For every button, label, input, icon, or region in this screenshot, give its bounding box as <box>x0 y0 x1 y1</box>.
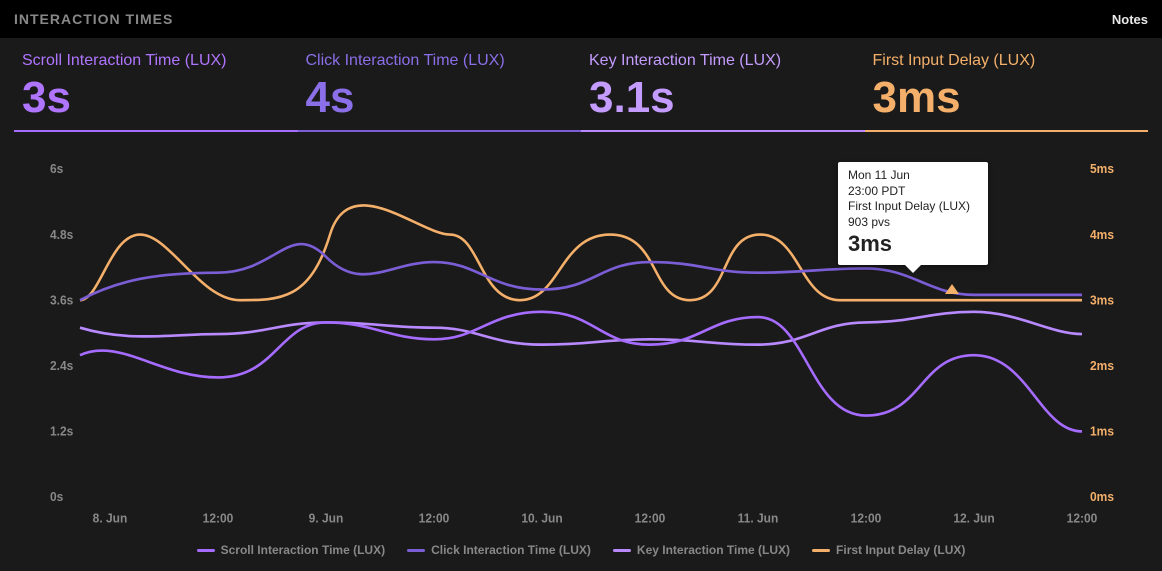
legend-swatch-icon <box>613 549 631 552</box>
metric-click-label: Click Interaction Time (LUX) <box>306 52 574 70</box>
y-left-tick: 3.6s <box>50 293 73 307</box>
line-chart[interactable]: 0s 1.2s 2.4s 3.6s 4.8s 6s 0ms 1ms 2ms 3m… <box>50 152 1122 533</box>
y-right-tick: 4ms <box>1090 227 1114 241</box>
legend-scroll-label: Scroll Interaction Time (LUX) <box>221 543 385 557</box>
notes-link[interactable]: Notes <box>1112 12 1148 27</box>
x-tick: 8. Jun <box>93 511 128 525</box>
legend-fid[interactable]: First Input Delay (LUX) <box>812 543 965 557</box>
metric-scroll[interactable]: Scroll Interaction Time (LUX) 3s <box>14 52 298 132</box>
metric-click-value: 4s <box>306 76 574 120</box>
chart-marker-icon <box>945 284 959 294</box>
y-left-tick: 2.4s <box>50 359 73 373</box>
x-tick: 12:00 <box>203 511 234 525</box>
interaction-times-panel: INTERACTION TIMES Notes Scroll Interacti… <box>0 0 1162 571</box>
y-left-tick: 1.2s <box>50 424 73 438</box>
panel-title: INTERACTION TIMES <box>14 11 173 27</box>
series-click <box>80 244 1082 300</box>
panel-header: INTERACTION TIMES Notes <box>0 0 1162 38</box>
metric-click[interactable]: Click Interaction Time (LUX) 4s <box>298 52 582 132</box>
y-right-tick: 3ms <box>1090 293 1114 307</box>
legend-swatch-icon <box>812 549 830 552</box>
chart-area[interactable]: 0s 1.2s 2.4s 3.6s 4.8s 6s 0ms 1ms 2ms 3m… <box>0 132 1162 533</box>
legend-scroll[interactable]: Scroll Interaction Time (LUX) <box>197 543 385 557</box>
metric-key[interactable]: Key Interaction Time (LUX) 3.1s <box>581 52 865 132</box>
y-left-tick: 4.8s <box>50 227 73 241</box>
metric-scroll-label: Scroll Interaction Time (LUX) <box>22 52 290 70</box>
x-tick: 12:00 <box>419 511 450 525</box>
metric-scroll-value: 3s <box>22 76 290 120</box>
legend-swatch-icon <box>407 549 425 552</box>
y-right-tick: 1ms <box>1090 424 1114 438</box>
legend-key[interactable]: Key Interaction Time (LUX) <box>613 543 790 557</box>
y-axis-right: 0ms 1ms 2ms 3ms 4ms 5ms <box>1090 162 1114 504</box>
x-tick: 12:00 <box>851 511 882 525</box>
metric-key-value: 3.1s <box>589 76 857 120</box>
y-right-tick: 5ms <box>1090 162 1114 176</box>
y-right-tick: 0ms <box>1090 490 1114 504</box>
metric-fid-label: First Input Delay (LUX) <box>873 52 1141 70</box>
chart-legend: Scroll Interaction Time (LUX) Click Inte… <box>0 533 1162 571</box>
metrics-row: Scroll Interaction Time (LUX) 3s Click I… <box>0 38 1162 132</box>
series-scroll <box>80 312 1082 432</box>
legend-click[interactable]: Click Interaction Time (LUX) <box>407 543 591 557</box>
metric-key-label: Key Interaction Time (LUX) <box>589 52 857 70</box>
x-tick: 11. Jun <box>738 511 779 525</box>
x-axis: 8. Jun 12:00 9. Jun 12:00 10. Jun 12:00 … <box>93 511 1098 525</box>
y-axis-left: 0s 1.2s 2.4s 3.6s 4.8s 6s <box>50 162 73 504</box>
series-key <box>80 312 1082 345</box>
legend-fid-label: First Input Delay (LUX) <box>836 543 965 557</box>
x-tick: 10. Jun <box>521 511 562 525</box>
metric-fid-value: 3ms <box>873 76 1141 120</box>
legend-key-label: Key Interaction Time (LUX) <box>637 543 790 557</box>
legend-click-label: Click Interaction Time (LUX) <box>431 543 591 557</box>
legend-swatch-icon <box>197 549 215 552</box>
x-tick: 9. Jun <box>309 511 344 525</box>
x-tick: 12:00 <box>635 511 666 525</box>
y-right-tick: 2ms <box>1090 359 1114 373</box>
y-left-tick: 6s <box>50 162 63 176</box>
x-tick: 12:00 <box>1067 511 1098 525</box>
metric-fid[interactable]: First Input Delay (LUX) 3ms <box>865 52 1149 132</box>
x-tick: 12. Jun <box>953 511 994 525</box>
y-left-tick: 0s <box>50 490 63 504</box>
